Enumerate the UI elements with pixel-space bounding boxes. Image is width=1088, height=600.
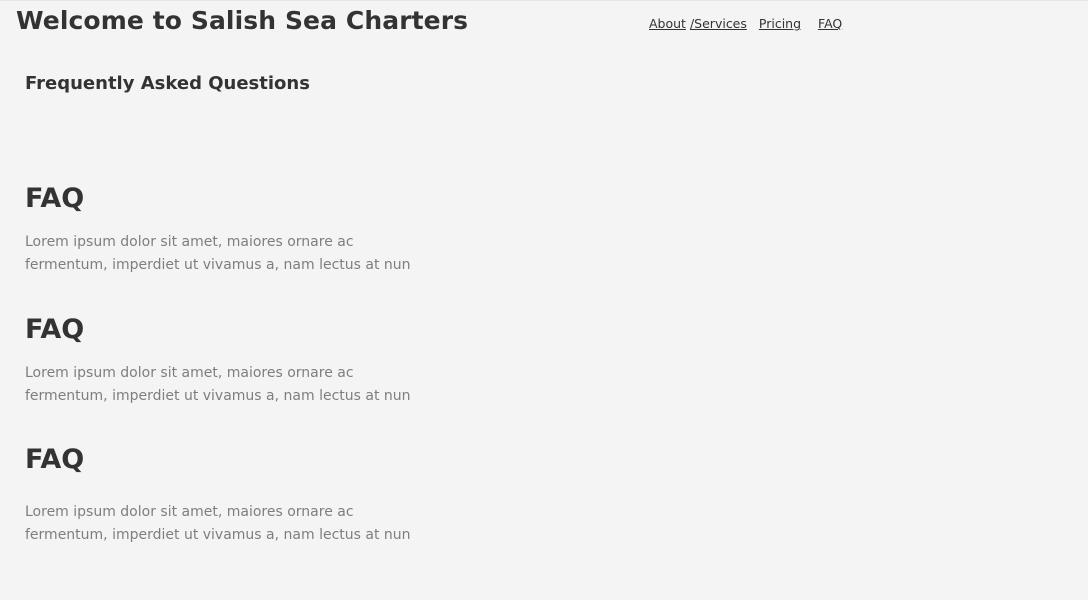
nav-link-services[interactable]: /Services	[690, 16, 747, 31]
faq-text: Lorem ipsum dolor sit amet, maiores orna…	[25, 504, 411, 543]
nav-link-about[interactable]: About	[649, 16, 686, 31]
faq-title: FAQ	[25, 183, 85, 214]
page-subheading: Frequently Asked Questions	[25, 73, 310, 94]
top-border	[0, 0, 1088, 1]
nav-link-faq[interactable]: FAQ	[818, 16, 842, 31]
faq-text: Lorem ipsum dolor sit amet, maiores orna…	[25, 365, 411, 404]
faq-text: Lorem ipsum dolor sit amet, maiores orna…	[25, 234, 411, 273]
faq-title: FAQ	[25, 314, 85, 345]
faq-title: FAQ	[25, 444, 85, 475]
site-title: Welcome to Salish Sea Charters	[16, 6, 469, 35]
nav-link-pricing[interactable]: Pricing	[759, 16, 801, 31]
main-nav: About /Services Pricing FAQ	[649, 16, 842, 31]
